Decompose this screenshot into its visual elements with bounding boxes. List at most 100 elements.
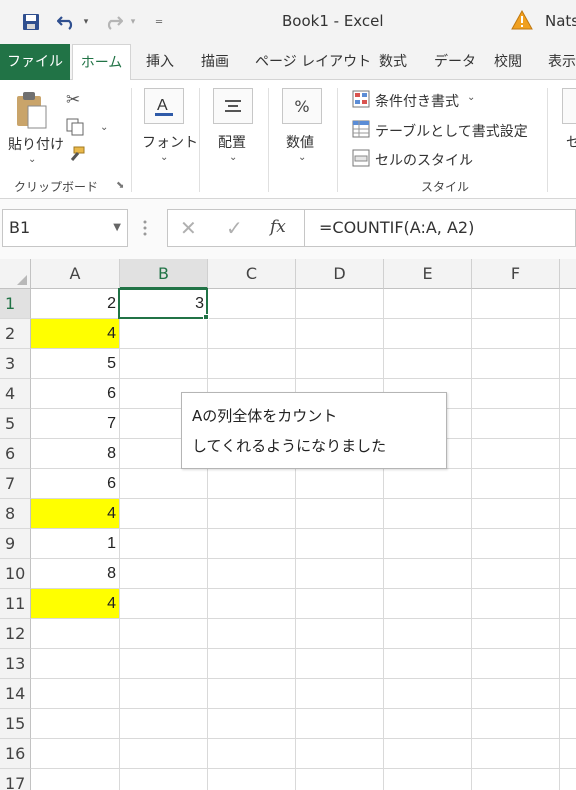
cell[interactable] bbox=[208, 649, 296, 679]
cell[interactable] bbox=[560, 469, 576, 499]
cell[interactable] bbox=[384, 649, 472, 679]
paste-dropdown-icon[interactable]: ⌄ bbox=[28, 154, 36, 165]
cell[interactable] bbox=[472, 349, 560, 379]
row-header[interactable]: 17 bbox=[0, 769, 31, 790]
paste-button[interactable]: 貼り付け bbox=[8, 134, 64, 154]
cell-b[interactable] bbox=[120, 589, 208, 619]
cell[interactable] bbox=[296, 709, 384, 739]
user-name[interactable]: Nats bbox=[545, 12, 576, 30]
cell-b[interactable] bbox=[120, 349, 208, 379]
cell-a[interactable]: 4 bbox=[31, 499, 120, 529]
cell[interactable] bbox=[384, 319, 472, 349]
cell-a[interactable] bbox=[31, 739, 120, 769]
cell-b[interactable]: 3 bbox=[120, 289, 208, 319]
row-header[interactable]: 1 bbox=[0, 289, 31, 319]
column-header-e[interactable]: E bbox=[384, 259, 472, 289]
alignment-group-button[interactable]: 配置 bbox=[218, 132, 246, 152]
tab-data[interactable]: データ bbox=[434, 44, 476, 80]
cell[interactable] bbox=[472, 589, 560, 619]
cell[interactable] bbox=[560, 739, 576, 769]
cell-a[interactable] bbox=[31, 769, 120, 790]
cell-b[interactable] bbox=[120, 559, 208, 589]
formula-bar-splitter-icon[interactable] bbox=[143, 219, 147, 237]
cell[interactable] bbox=[560, 649, 576, 679]
cell[interactable] bbox=[560, 379, 576, 409]
conditional-formatting-icon[interactable] bbox=[352, 90, 370, 112]
row-header[interactable]: 9 bbox=[0, 529, 31, 559]
percent-icon[interactable]: % bbox=[282, 88, 322, 124]
cell-styles-button[interactable]: セルのスタイル bbox=[375, 150, 473, 170]
cell-a[interactable] bbox=[31, 649, 120, 679]
cell-styles-icon[interactable] bbox=[352, 149, 370, 171]
cell[interactable] bbox=[208, 739, 296, 769]
cell[interactable] bbox=[384, 469, 472, 499]
font-group-button[interactable]: フォント bbox=[142, 132, 198, 152]
cell[interactable] bbox=[472, 709, 560, 739]
cell[interactable] bbox=[384, 559, 472, 589]
cell[interactable] bbox=[472, 559, 560, 589]
format-painter-icon[interactable] bbox=[66, 146, 86, 168]
cell[interactable] bbox=[296, 319, 384, 349]
cell[interactable] bbox=[296, 469, 384, 499]
cell-a[interactable] bbox=[31, 619, 120, 649]
name-box[interactable]: B1 ▼ bbox=[2, 209, 128, 247]
cell-b[interactable] bbox=[120, 619, 208, 649]
worksheet-grid[interactable]: A B C D E F 1 2 3 2 4 3 5 4 6 5 7 6 8 7 6 8 4 9 1 10 8 11 4 12 1… bbox=[0, 259, 576, 790]
row-header[interactable]: 12 bbox=[0, 619, 31, 649]
customize-toolbar-icon[interactable]: ═ bbox=[152, 10, 166, 34]
cell[interactable] bbox=[208, 469, 296, 499]
cell[interactable] bbox=[560, 769, 576, 790]
cell[interactable] bbox=[472, 409, 560, 439]
row-header[interactable]: 2 bbox=[0, 319, 31, 349]
alignment-dropdown-icon[interactable]: ⌄ bbox=[229, 152, 237, 163]
cell[interactable] bbox=[384, 589, 472, 619]
cell-a[interactable] bbox=[31, 679, 120, 709]
formula-input[interactable]: =COUNTIF(A:A, A2) bbox=[305, 209, 576, 247]
cell-b[interactable] bbox=[120, 679, 208, 709]
cell[interactable] bbox=[472, 769, 560, 790]
cell[interactable] bbox=[208, 559, 296, 589]
undo-dropdown-icon[interactable]: ▾ bbox=[80, 10, 92, 34]
font-dropdown-icon[interactable]: ⌄ bbox=[160, 152, 168, 163]
name-box-dropdown-icon[interactable]: ▼ bbox=[113, 210, 121, 246]
copy-dropdown-icon[interactable]: ⌄ bbox=[100, 122, 108, 133]
cell-a[interactable]: 4 bbox=[31, 589, 120, 619]
cell[interactable] bbox=[296, 739, 384, 769]
cell-a[interactable]: 8 bbox=[31, 439, 120, 469]
row-header[interactable]: 6 bbox=[0, 439, 31, 469]
cell[interactable] bbox=[560, 589, 576, 619]
cell[interactable] bbox=[208, 679, 296, 709]
tab-view[interactable]: 表示 bbox=[548, 44, 576, 80]
cell[interactable] bbox=[472, 499, 560, 529]
cell[interactable] bbox=[296, 769, 384, 790]
cell[interactable] bbox=[472, 379, 560, 409]
row-header[interactable]: 5 bbox=[0, 409, 31, 439]
cell[interactable] bbox=[560, 439, 576, 469]
column-header-b[interactable]: B bbox=[120, 259, 208, 289]
cell[interactable] bbox=[296, 559, 384, 589]
cell[interactable] bbox=[560, 709, 576, 739]
format-as-table-icon[interactable] bbox=[352, 120, 370, 142]
cell-b[interactable] bbox=[120, 319, 208, 349]
cell[interactable] bbox=[208, 769, 296, 790]
enter-icon[interactable]: ✓ bbox=[226, 216, 243, 240]
cell[interactable] bbox=[384, 709, 472, 739]
cell[interactable] bbox=[384, 349, 472, 379]
save-icon[interactable] bbox=[18, 10, 44, 34]
cells-icon[interactable] bbox=[562, 88, 576, 124]
cell[interactable] bbox=[296, 529, 384, 559]
row-header[interactable]: 16 bbox=[0, 739, 31, 769]
cell[interactable] bbox=[296, 649, 384, 679]
row-header[interactable]: 4 bbox=[0, 379, 31, 409]
cell[interactable] bbox=[560, 559, 576, 589]
cell-a[interactable]: 2 bbox=[31, 289, 120, 319]
row-header[interactable]: 13 bbox=[0, 649, 31, 679]
cell-a[interactable]: 6 bbox=[31, 469, 120, 499]
cell[interactable] bbox=[472, 619, 560, 649]
tab-review[interactable]: 校閲 bbox=[494, 44, 522, 80]
cell[interactable] bbox=[560, 349, 576, 379]
row-header[interactable]: 7 bbox=[0, 469, 31, 499]
cell[interactable] bbox=[296, 349, 384, 379]
cell[interactable] bbox=[560, 409, 576, 439]
warning-icon[interactable] bbox=[511, 9, 533, 34]
